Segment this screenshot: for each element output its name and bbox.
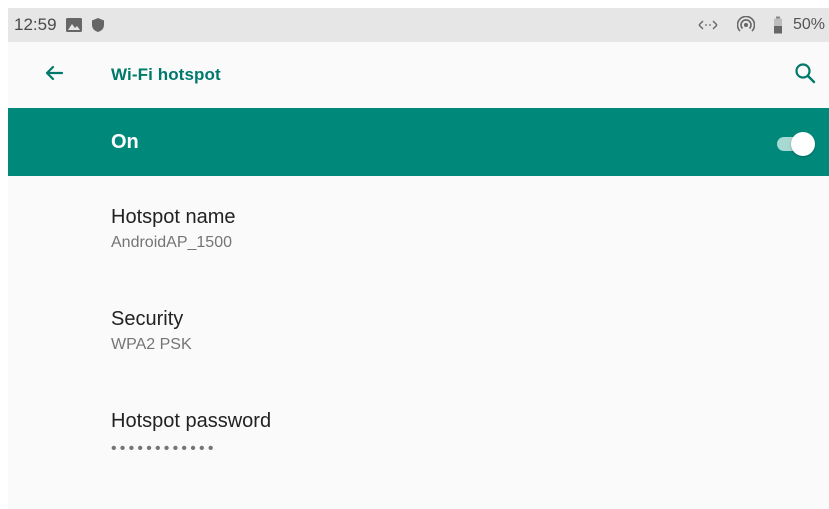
data-activity-icon	[697, 18, 719, 32]
shield-icon	[91, 17, 105, 33]
hotspot-icon	[736, 16, 755, 34]
pref-security[interactable]: Security WPA2 PSK	[8, 308, 829, 404]
hotspot-toggle[interactable]	[775, 132, 815, 156]
pref-title: Security	[111, 308, 184, 330]
pref-summary: WPA2 PSK	[111, 336, 192, 353]
back-arrow-icon	[42, 61, 66, 90]
pref-hotspot-password[interactable]: Hotspot password ••••••••••••	[8, 410, 829, 506]
search-icon	[793, 61, 817, 90]
pref-title: Hotspot name	[111, 206, 236, 228]
search-button[interactable]	[783, 53, 827, 97]
page-title: Wi-Fi hotspot	[111, 65, 221, 84]
back-button[interactable]	[28, 49, 80, 101]
password-mask: ••••••••••••	[111, 440, 217, 457]
toggle-thumb	[791, 132, 815, 156]
hotspot-master-switch-bar[interactable]: On	[8, 108, 829, 176]
status-bar: 12:59 50%	[8, 8, 829, 42]
pref-summary: AndroidAP_1500	[111, 234, 232, 251]
app-bar: Wi-Fi hotspot	[8, 42, 829, 108]
pref-title: Hotspot password	[111, 410, 272, 432]
image-icon	[65, 17, 83, 33]
battery-percent: 50%	[792, 16, 825, 33]
battery-icon	[773, 16, 783, 34]
status-time: 12:59	[14, 15, 57, 34]
master-switch-label: On	[111, 130, 139, 153]
pref-hotspot-name[interactable]: Hotspot name AndroidAP_1500	[8, 206, 829, 302]
screen: 12:59 50% Wi-Fi hotspot On Hotspot name …	[8, 8, 829, 509]
